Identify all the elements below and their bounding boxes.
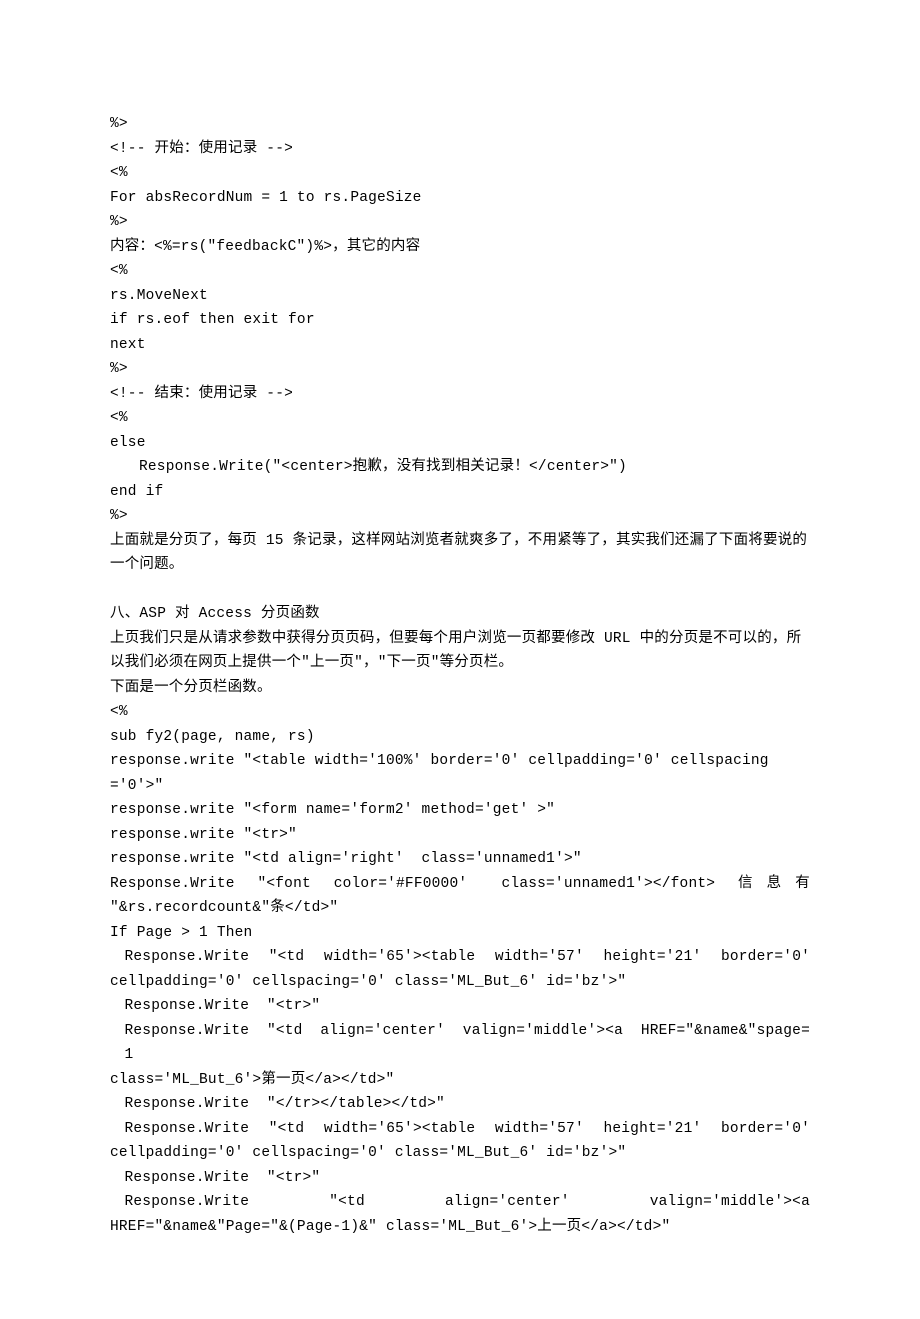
paragraph-text: 下面是一个分页栏函数。 (110, 676, 810, 701)
code-line: If Page > 1 Then (110, 921, 810, 946)
code-line: cellpadding='0' cellspacing='0' class='M… (110, 1141, 810, 1166)
code-line: 内容：<%=rs("feedbackC")%>，其它的内容 (110, 235, 810, 260)
code-line: cellpadding='0' cellspacing='0' class='M… (110, 970, 810, 995)
code-line: Response.Write "<td width='65'><table wi… (110, 945, 810, 970)
code-line: <% (110, 700, 810, 725)
section-heading: 八、ASP 对 Access 分页函数 (110, 602, 810, 627)
code-line: Response.Write "<tr>" (110, 994, 810, 1019)
code-line: %> (110, 210, 810, 235)
code-line: rs.MoveNext (110, 284, 810, 309)
code-line: Response.Write "<td align='center' valig… (110, 1190, 810, 1215)
code-line: <% (110, 259, 810, 284)
code-line: <!-- 结束：使用记录 --> (110, 382, 810, 407)
paragraph-text: 上页我们只是从请求参数中获得分页页码，但要每个用户浏览一页都要修改 URL 中的… (110, 627, 810, 676)
code-line: end if (110, 480, 810, 505)
code-line: <!-- 开始：使用记录 --> (110, 137, 810, 162)
code-line: Response.Write "<font color='#FF0000' cl… (110, 872, 810, 897)
code-line: response.write "<form name='form2' metho… (110, 798, 810, 823)
code-line: Response.Write "<td width='65'><table wi… (110, 1117, 810, 1142)
code-line: Response.Write "<tr>" (110, 1166, 810, 1191)
code-line: "&rs.recordcount&"条</td>" (110, 896, 810, 921)
code-line: response.write "<tr>" (110, 823, 810, 848)
code-line: else (110, 431, 810, 456)
code-line: sub fy2(page, name, rs) (110, 725, 810, 750)
code-line: if rs.eof then exit for (110, 308, 810, 333)
code-line: %> (110, 357, 810, 382)
code-line: <% (110, 161, 810, 186)
code-line: <% (110, 406, 810, 431)
code-line: %> (110, 504, 810, 529)
code-line: next (110, 333, 810, 358)
document-page: %> <!-- 开始：使用记录 --> <% For absRecordNum … (0, 0, 920, 1319)
code-line: class='ML_But_6'>第一页</a></td>" (110, 1068, 810, 1093)
code-line: response.write "<table width='100%' bord… (110, 749, 810, 798)
paragraph-text: 上面就是分页了，每页 15 条记录，这样网站浏览者就爽多了，不用紧等了，其实我们… (110, 529, 810, 578)
code-line: Response.Write("<center>抱歉，没有找到相关记录！</ce… (110, 455, 810, 480)
code-line: For absRecordNum = 1 to rs.PageSize (110, 186, 810, 211)
blank-line (110, 578, 810, 603)
code-line: HREF="&name&"Page="&(Page-1)&" class='ML… (110, 1215, 810, 1240)
code-line: Response.Write "</tr></table></td>" (110, 1092, 810, 1117)
code-line: Response.Write "<td align='center' valig… (110, 1019, 810, 1068)
code-line: response.write "<td align='right' class=… (110, 847, 810, 872)
code-line: %> (110, 112, 810, 137)
